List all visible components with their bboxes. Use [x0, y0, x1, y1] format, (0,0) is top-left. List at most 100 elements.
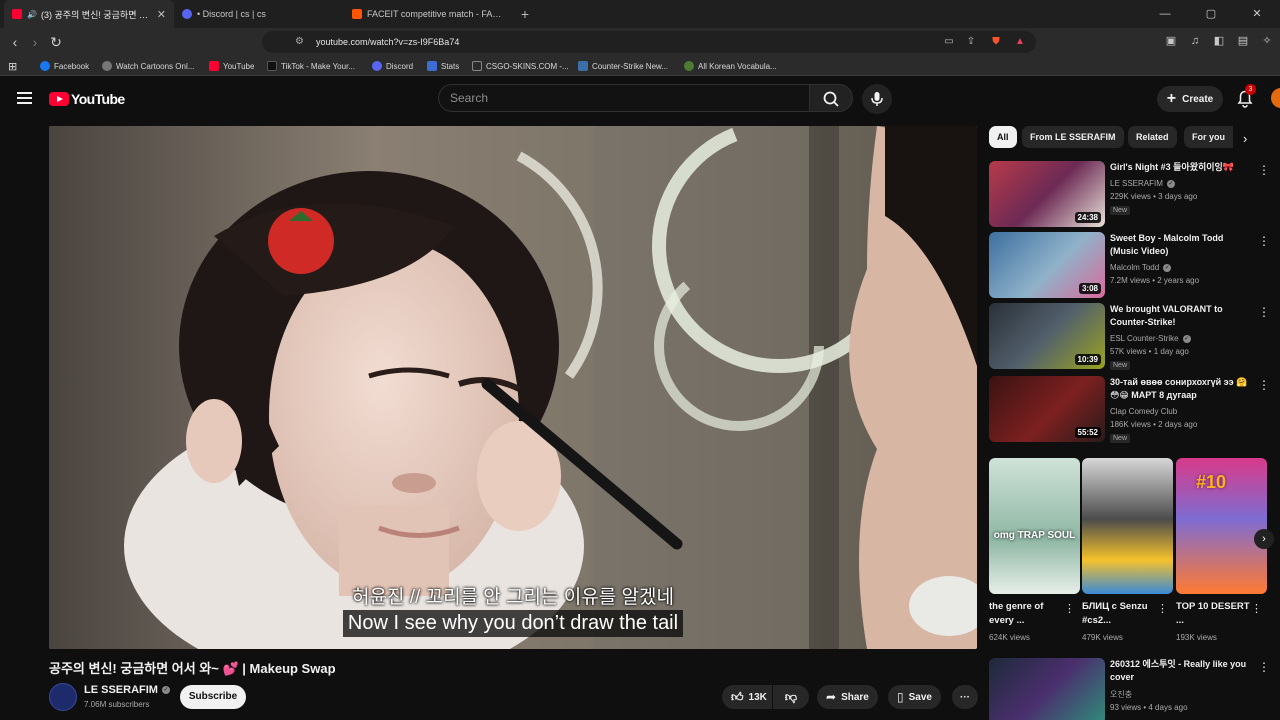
- sidebar-toggle-icon[interactable]: ▣: [1164, 34, 1178, 48]
- recommendation-item[interactable]: 55:52 30-тай өвөө сонирхохгүй ээ 🤗😳😁 МАР…: [989, 376, 1274, 443]
- share-button[interactable]: ➦ Share: [817, 685, 878, 709]
- plus-icon: +: [1166, 90, 1177, 107]
- leo-ai-icon[interactable]: ✧: [1260, 34, 1274, 48]
- short-thumbnail[interactable]: #10: [1176, 458, 1267, 594]
- minimize-button[interactable]: —: [1142, 0, 1188, 28]
- filter-chips: All From LE SSERAFIM Related For you: [989, 126, 1274, 148]
- share-page-icon[interactable]: ⇪: [964, 35, 978, 49]
- more-vertical-icon[interactable]: ⋮: [1258, 234, 1270, 248]
- more-vertical-icon[interactable]: ⋮: [1258, 305, 1270, 319]
- chevron-right-icon[interactable]: ›: [1254, 529, 1274, 549]
- more-vertical-icon[interactable]: ⋮: [1258, 378, 1270, 392]
- site-info-icon[interactable]: ⚙︎: [295, 36, 307, 48]
- chip-from-channel[interactable]: From LE SSERAFIM: [1022, 126, 1124, 148]
- short-thumbnail[interactable]: [1082, 458, 1173, 594]
- recommendation-item[interactable]: 260312 에스투잇 - Really like you cover 오진충 …: [989, 658, 1274, 720]
- recommendation-meta: 229K views • 3 days ago: [1110, 192, 1198, 201]
- brave-rewards-icon[interactable]: ▲: [1013, 35, 1027, 49]
- more-vertical-icon[interactable]: ⋮: [1157, 602, 1168, 615]
- more-vertical-icon[interactable]: ⋮: [1251, 602, 1262, 615]
- tab-youtube[interactable]: 🔊 (3) 공주의 변신! 궁금하면 어서 와~ 💕 | Makeup Swap…: [4, 0, 174, 28]
- maximize-button[interactable]: ▢: [1188, 0, 1234, 28]
- save-button[interactable]: ▯ Save: [888, 685, 941, 709]
- short-title[interactable]: the genre of every ...: [989, 600, 1065, 628]
- video-thumbnail: 10:39: [989, 303, 1105, 369]
- bookmark-youtube[interactable]: YouTube: [209, 59, 254, 73]
- short-title[interactable]: БЛИЦ с Senzu #cs2...: [1082, 600, 1158, 628]
- tab-title: (3) 공주의 변신! 궁금하면 어서 와~ 💕 | Makeup Swap: [40, 9, 151, 20]
- apps-grid-icon[interactable]: ⊞: [8, 59, 17, 73]
- thumbs-down-icon: 👎︎: [784, 689, 798, 704]
- video-player[interactable]: 허윤진 // 꼬리를 안 그리는 이유를 알겠네 Now I see why y…: [49, 126, 977, 649]
- chip-all[interactable]: All: [989, 126, 1017, 148]
- url-text: youtube.com/watch?v=zs-I9F6Ba74: [316, 37, 460, 47]
- chip-related[interactable]: Related: [1128, 126, 1177, 148]
- close-tab-icon[interactable]: ✕: [157, 8, 166, 21]
- tab-title: FACEIT competitive match - FACEIT.com: [367, 9, 506, 19]
- tiktok-icon: [267, 61, 277, 71]
- recommendation-channel: Clap Comedy Club: [1110, 407, 1178, 416]
- split-view-icon[interactable]: ◧: [1212, 34, 1226, 48]
- create-button[interactable]: + Create: [1157, 86, 1223, 112]
- dislike-button[interactable]: 👎︎: [773, 685, 809, 709]
- media-icon[interactable]: ♫: [1188, 34, 1202, 48]
- channel-avatar[interactable]: [49, 683, 77, 711]
- verified-icon: ✓: [1166, 179, 1175, 188]
- new-badge: New: [1110, 434, 1131, 443]
- cast-icon[interactable]: ▭: [942, 35, 956, 49]
- bookmark-tiktok[interactable]: TikTok - Make Your...: [267, 59, 355, 73]
- short-views: 193K views: [1176, 633, 1217, 642]
- brave-shield-icon[interactable]: ⛊: [989, 35, 1003, 49]
- more-vertical-icon[interactable]: ⋮: [1258, 660, 1270, 674]
- youtube-icon: [209, 61, 219, 71]
- bookmark-discord[interactable]: Discord: [372, 59, 413, 73]
- chip-for-you[interactable]: For you: [1184, 126, 1233, 148]
- recommendation-title: 30-тай өвөө сонирхохгүй ээ 🤗😳😁 МАРТ 8 ду…: [1110, 377, 1248, 400]
- bookmark-csgo-skins[interactable]: CSGO-SKINS.COM -...: [472, 59, 569, 73]
- youtube-logo[interactable]: YouTube: [49, 91, 125, 107]
- discord-icon: [372, 61, 382, 71]
- menu-icon[interactable]: [17, 92, 32, 104]
- search-input[interactable]: [439, 85, 809, 111]
- wallet-icon[interactable]: ▤: [1236, 34, 1250, 48]
- close-window-button[interactable]: ✕: [1234, 0, 1280, 28]
- notifications-button[interactable]: 3: [1236, 84, 1256, 108]
- subscribe-button[interactable]: Subscribe: [180, 685, 246, 709]
- new-tab-button[interactable]: +: [514, 0, 536, 28]
- bookmarks-bar: ⊞ Facebook Watch Cartoons Onl... YouTube…: [0, 56, 1280, 76]
- search-button[interactable]: [809, 84, 853, 112]
- search-icon: [823, 91, 839, 107]
- like-button[interactable]: 👍︎ 13K: [722, 685, 772, 709]
- video-thumbnail: [989, 658, 1105, 720]
- more-vertical-icon[interactable]: ⋮: [1064, 602, 1075, 615]
- tab-faceit[interactable]: FACEIT competitive match - FACEIT.com: [344, 0, 514, 28]
- browser-toolbar: ‹ › ↻ 🔖︎ ⚙︎ youtube.com/watch?v=zs-I9F6B…: [0, 28, 1280, 56]
- chevron-right-icon[interactable]: ›: [1243, 131, 1247, 146]
- forward-arrow-icon[interactable]: ›: [26, 33, 44, 51]
- bookmark-watch-cartoons[interactable]: Watch Cartoons Onl...: [102, 59, 194, 73]
- tab-discord[interactable]: • Discord | cs | cs: [174, 0, 344, 28]
- short-views: 479K views: [1082, 633, 1123, 642]
- account-avatar[interactable]: [1271, 88, 1280, 108]
- channel-name[interactable]: LE SSERAFIM ✓: [84, 684, 170, 696]
- video-thumbnail: 24:38: [989, 161, 1105, 227]
- facebook-icon: [40, 61, 50, 71]
- recommendation-title: We brought VALORANT to Counter-Strike!: [1110, 304, 1223, 327]
- address-bar[interactable]: ⚙︎ youtube.com/watch?v=zs-I9F6Ba74 ▭ ⇪ ⛊…: [262, 31, 1036, 53]
- window-controls: — ▢ ✕: [1142, 0, 1280, 28]
- recommendation-item[interactable]: 3:08 Sweet Boy - Malcolm Todd (Music Vid…: [989, 232, 1274, 298]
- more-vertical-icon[interactable]: ⋮: [1258, 163, 1270, 177]
- short-title[interactable]: TOP 10 DESERT ...: [1176, 600, 1252, 628]
- bookmark-counter-strike-news[interactable]: Counter-Strike New...: [578, 59, 668, 73]
- recommendation-item[interactable]: 10:39 We brought VALORANT to Counter-Str…: [989, 303, 1274, 370]
- recommendation-item[interactable]: 24:38 Girl's Night #3 들아왔히이잉🎀 LE SSERAFI…: [989, 161, 1274, 227]
- back-arrow-icon[interactable]: ‹: [6, 33, 24, 51]
- new-badge: New: [1110, 361, 1131, 370]
- voice-search-button[interactable]: [862, 84, 892, 114]
- more-actions-button[interactable]: ···: [952, 685, 978, 709]
- reload-icon[interactable]: ↻: [47, 33, 65, 51]
- short-thumbnail[interactable]: omg TRAP SOUL: [989, 458, 1080, 594]
- bookmark-stats[interactable]: Stats: [427, 59, 459, 73]
- bookmark-korean-vocab[interactable]: All Korean Vocabula...: [684, 59, 777, 73]
- bookmark-facebook[interactable]: Facebook: [40, 59, 89, 73]
